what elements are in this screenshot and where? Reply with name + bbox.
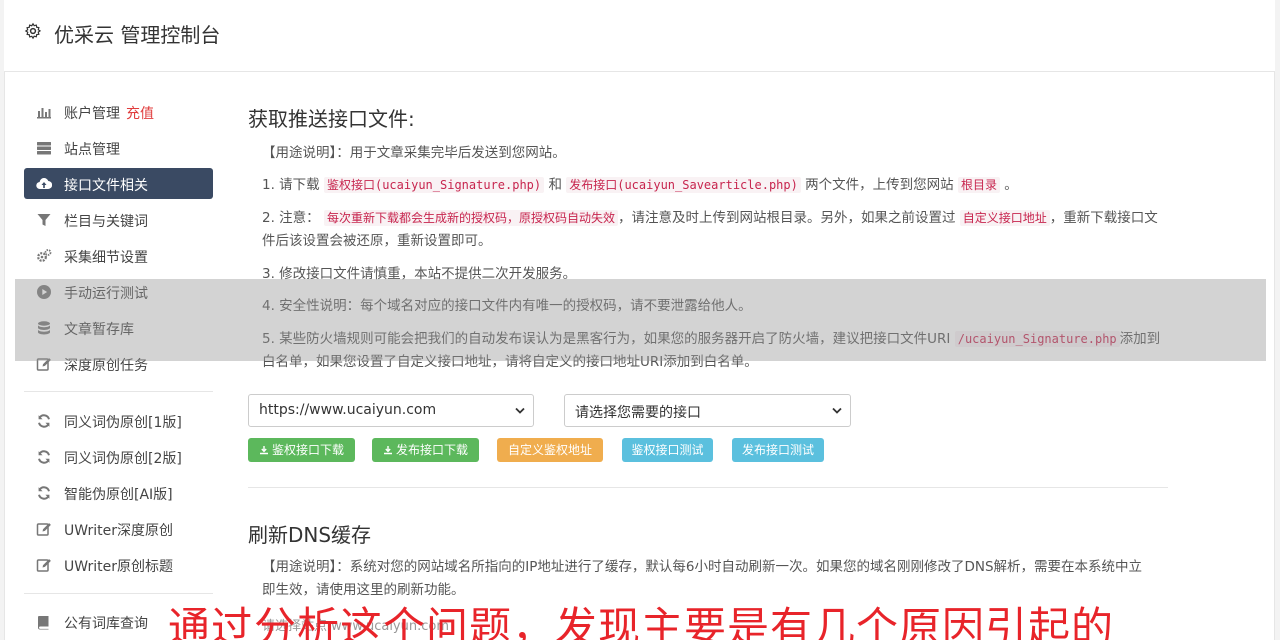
step-text: 1. 请下载 bbox=[262, 177, 320, 193]
sidebar-item-label: 同义词伪原创[1版] bbox=[64, 415, 182, 431]
sidebar-item-ai-original[interactable]: 智能伪原创[AI版] bbox=[24, 477, 213, 508]
cloud-upload-icon bbox=[36, 178, 52, 190]
sidebar-item-label: 同义词伪原创[2版] bbox=[64, 451, 182, 467]
app-title: 优采云 管理控制台 bbox=[54, 23, 221, 47]
filter-icon bbox=[37, 214, 51, 226]
chevron-down-icon bbox=[515, 407, 525, 414]
download-icon bbox=[259, 446, 268, 455]
button-label: 鉴权接口测试 bbox=[631, 443, 704, 457]
refresh-icon bbox=[38, 450, 50, 464]
usage-label: 【用途说明】 bbox=[262, 145, 337, 161]
sidebar-item-uwriter-title[interactable]: UWriter原创标题 bbox=[24, 549, 213, 580]
chevron-down-icon bbox=[832, 407, 842, 414]
step-text: 两个文件，上传到您网站 bbox=[805, 177, 954, 193]
bar-chart-icon bbox=[37, 108, 51, 119]
server-icon bbox=[37, 142, 51, 155]
sidebar-item-label: 智能伪原创[AI版] bbox=[64, 487, 173, 503]
top-header: 优采云 管理控制台 bbox=[4, 0, 1275, 72]
button-label: 鉴权接口下载 bbox=[271, 443, 344, 457]
sidebar-item-label: UWriter深度原创 bbox=[64, 523, 173, 539]
sidebar-item-label: 站点管理 bbox=[64, 142, 120, 158]
book-icon bbox=[38, 616, 49, 630]
gray-overlay-band bbox=[15, 279, 1266, 361]
sidebar-item-label: 接口文件相关 bbox=[64, 178, 148, 194]
sidebar-item-collect-settings[interactable]: 采集细节设置 bbox=[24, 240, 213, 271]
sidebar-item-account[interactable]: 账户管理 充值 bbox=[24, 96, 213, 127]
usage-label: 【用途说明】 bbox=[262, 559, 337, 575]
button-label: 发布接口下载 bbox=[395, 443, 468, 457]
step-text: ，请注意及时上传到网站根目录。另外，如果之前设置过 bbox=[617, 210, 956, 226]
code-root-dir: 根目录 bbox=[957, 177, 1000, 193]
code-sign-file: 鉴权接口(ucaiyun_Signature.php) bbox=[323, 177, 545, 193]
custom-sign-url-button[interactable]: 自定义鉴权地址 bbox=[497, 438, 603, 462]
download-icon bbox=[383, 446, 392, 455]
code-custom-url: 自定义接口地址 bbox=[959, 210, 1050, 226]
step-1: 1. 请下载 鉴权接口(ucaiyun_Signature.php) 和 发布接… bbox=[262, 174, 1162, 197]
sidebar-item-columns[interactable]: 栏目与关键词 bbox=[24, 204, 213, 235]
test-publish-button[interactable]: 发布接口测试 bbox=[732, 438, 824, 462]
usage-text: ：系统对您的网站域名所指向的IP地址进行了缓存，默认每6小时自动刷新一次。如果您… bbox=[262, 559, 1143, 598]
step-text: 和 bbox=[548, 177, 562, 193]
code-warning: 每次重新下载都会生成新的授权码，原授权码自动失效 bbox=[323, 210, 618, 226]
api-select-value: 请选择您需要的接口 bbox=[575, 405, 701, 421]
button-label: 发布接口测试 bbox=[741, 443, 814, 457]
test-sign-button[interactable]: 鉴权接口测试 bbox=[622, 438, 713, 462]
sidebar-item-label: 采集细节设置 bbox=[64, 250, 148, 266]
cogs-icon bbox=[37, 249, 52, 262]
sidebar-divider bbox=[24, 391, 213, 392]
step-text: 。 bbox=[1004, 177, 1018, 193]
sidebar-item-synonym-v1[interactable]: 同义词伪原创[1版] bbox=[24, 405, 213, 436]
download-sign-button[interactable]: 鉴权接口下载 bbox=[248, 438, 355, 462]
button-label: 自定义鉴权地址 bbox=[507, 443, 592, 457]
sidebar-item-uwriter-deep[interactable]: UWriter深度原创 bbox=[24, 513, 213, 544]
step-2: 2. 注意： 每次重新下载都会生成新的授权码，原授权码自动失效 ，请注意及时上传到… bbox=[262, 207, 1162, 253]
site-select-value: https://www.ucaiyun.com bbox=[259, 402, 437, 418]
edit-icon bbox=[36, 523, 51, 536]
section-divider bbox=[248, 487, 1168, 488]
section-title-dns: 刷新DNS缓存 bbox=[248, 523, 372, 547]
recharge-link[interactable]: 充值 bbox=[126, 106, 154, 122]
sidebar-item-sites[interactable]: 站点管理 bbox=[24, 132, 213, 163]
api-select[interactable]: 请选择您需要的接口 bbox=[564, 394, 851, 427]
sidebar-item-label: 账户管理 bbox=[64, 106, 120, 122]
code-publish-file: 发布接口(ucaiyun_Savearticle.php) bbox=[566, 177, 801, 193]
site-select[interactable]: https://www.ucaiyun.com bbox=[248, 394, 534, 427]
sidebar-item-synonym-v2[interactable]: 同义词伪原创[2版] bbox=[24, 441, 213, 472]
refresh-icon bbox=[38, 486, 50, 500]
usage-text: ：用于文章采集完毕后发送到您网站。 bbox=[336, 145, 566, 161]
download-publish-button[interactable]: 发布接口下载 bbox=[372, 438, 479, 462]
sidebar-item-label: 公有词库查询 bbox=[64, 616, 148, 632]
edit-icon bbox=[36, 559, 51, 572]
video-caption: 通过分析这个问题，发现主要是有几个原因引起的 bbox=[168, 603, 1115, 640]
section-title-api: 获取推送接口文件: bbox=[248, 107, 415, 131]
sidebar-item-api-files[interactable]: 接口文件相关 bbox=[24, 168, 213, 199]
gear-icon bbox=[24, 22, 42, 40]
step-text: 2. 注意： bbox=[262, 210, 320, 226]
sidebar-item-label: 栏目与关键词 bbox=[64, 214, 148, 230]
sidebar-item-label: UWriter原创标题 bbox=[64, 559, 173, 575]
refresh-icon bbox=[38, 414, 50, 428]
usage-note: 【用途说明】：用于文章采集完毕后发送到您网站。 bbox=[262, 142, 1162, 165]
